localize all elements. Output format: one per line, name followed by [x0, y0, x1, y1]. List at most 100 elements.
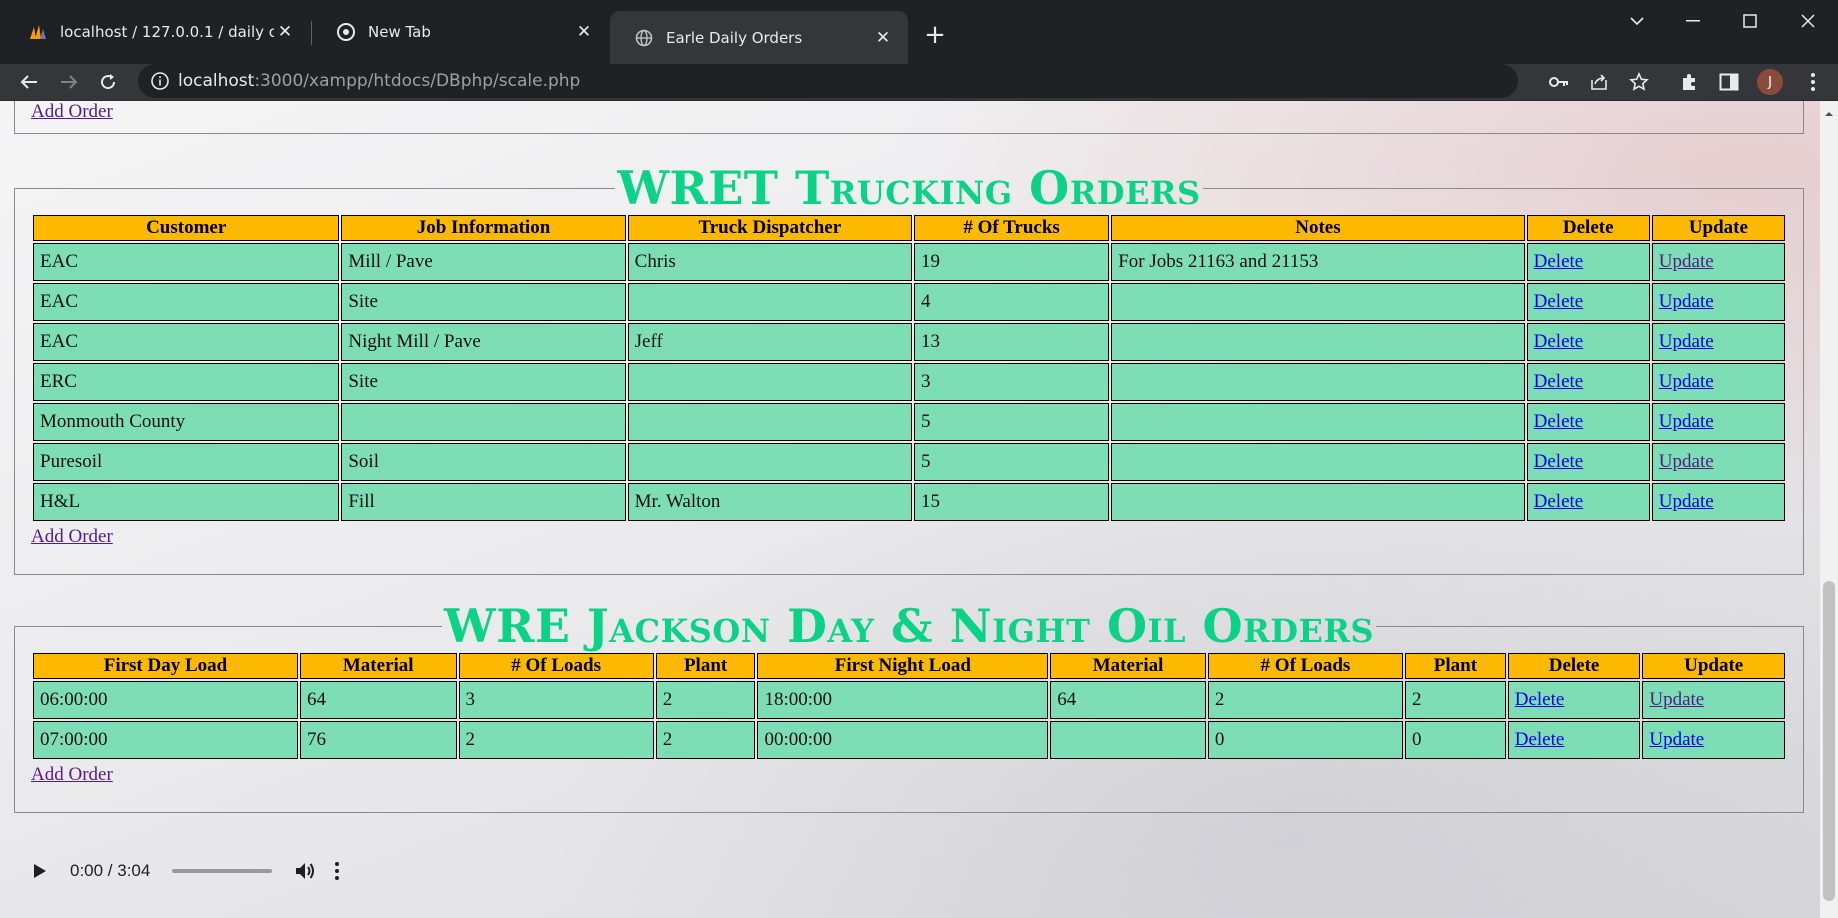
- job-cell: Night Mill / Pave: [341, 323, 626, 361]
- delete-cell: Delete: [1526, 483, 1650, 521]
- profile-avatar[interactable]: J: [1757, 69, 1783, 95]
- table-row: ERC Site 3 Delete Update: [33, 363, 1785, 401]
- volume-icon[interactable]: [292, 858, 318, 884]
- update-cell: Update: [1642, 681, 1785, 719]
- tab-title: Earle Daily Orders: [666, 28, 803, 47]
- day-load-cell: 06:00:00: [33, 681, 298, 719]
- tab-title: localhost / 127.0.0.1 / daily order: [60, 23, 274, 41]
- back-arrow-icon[interactable]: [14, 67, 44, 97]
- oil-orders-table: First Day Load Material # Of Loads Plant…: [31, 651, 1787, 761]
- update-cell: Update: [1651, 403, 1785, 441]
- scrollbar-thumb[interactable]: [1823, 581, 1835, 901]
- audio-time: 0:00 / 3:04: [70, 861, 151, 880]
- day-load-cell: 07:00:00: [33, 721, 298, 759]
- dispatcher-cell: [627, 443, 912, 481]
- maximize-icon[interactable]: [1735, 8, 1765, 34]
- play-icon[interactable]: [26, 857, 54, 885]
- job-cell: [341, 403, 626, 441]
- update-link[interactable]: Update: [1649, 729, 1704, 750]
- menu-kebab-icon[interactable]: [1800, 69, 1826, 95]
- notes-cell: For Jobs 21163 and 21153: [1111, 243, 1525, 281]
- table-row: 07:00:00 76 2 2 00:00:00 0 0 Delete Upda…: [33, 721, 1785, 759]
- chrome-icon: [336, 22, 356, 42]
- delete-link[interactable]: Delete: [1534, 291, 1584, 312]
- share-icon[interactable]: [1586, 69, 1612, 95]
- site-info-icon[interactable]: [150, 71, 170, 91]
- delete-link[interactable]: Delete: [1534, 331, 1584, 352]
- update-cell: Update: [1642, 721, 1785, 759]
- section-title: WRE Jackson Day & Night Oil Orders: [443, 599, 1375, 653]
- table-row: Monmouth County 5 Delete Update: [33, 403, 1785, 441]
- add-order-link[interactable]: Add Order: [31, 101, 113, 123]
- tab-phpmyadmin[interactable]: localhost / 127.0.0.1 / daily order ✕: [4, 11, 310, 53]
- update-link[interactable]: Update: [1659, 451, 1714, 472]
- delete-link[interactable]: Delete: [1534, 451, 1584, 472]
- update-cell: Update: [1651, 283, 1785, 321]
- column-header: Material: [299, 653, 457, 679]
- dispatcher-cell: Jeff: [627, 323, 912, 361]
- add-order-link[interactable]: Add Order: [31, 526, 113, 548]
- update-link[interactable]: Update: [1659, 411, 1714, 432]
- address-bar[interactable]: localhost:3000/xampp/htdocs/DBphp/scale.…: [138, 64, 1518, 98]
- delete-link[interactable]: Delete: [1534, 491, 1584, 512]
- more-options-icon[interactable]: [332, 858, 342, 884]
- forward-arrow-icon[interactable]: [54, 67, 84, 97]
- delete-link[interactable]: Delete: [1534, 371, 1584, 392]
- delete-link[interactable]: Delete: [1515, 689, 1565, 710]
- key-icon[interactable]: [1546, 69, 1572, 95]
- column-header: First Night Load: [757, 653, 1049, 679]
- night-material-cell: [1050, 721, 1206, 759]
- tab-title: New Tab: [368, 23, 431, 41]
- notes-cell: [1111, 283, 1525, 321]
- notes-cell: [1111, 363, 1525, 401]
- delete-link[interactable]: Delete: [1534, 251, 1584, 272]
- column-header: Truck Dispatcher: [627, 215, 912, 241]
- update-link[interactable]: Update: [1659, 371, 1714, 392]
- update-link[interactable]: Update: [1659, 491, 1714, 512]
- new-tab-button[interactable]: +: [920, 20, 950, 50]
- column-header: Delete: [1507, 653, 1641, 679]
- update-cell: Update: [1651, 363, 1785, 401]
- update-link[interactable]: Update: [1649, 689, 1704, 710]
- table-row: EAC Night Mill / Pave Jeff 13 Delete Upd…: [33, 323, 1785, 361]
- extensions-icon[interactable]: [1676, 69, 1702, 95]
- trucks-cell: 5: [913, 403, 1110, 441]
- customer-cell: ERC: [33, 363, 340, 401]
- window-close-icon[interactable]: [1793, 8, 1823, 34]
- night-plant-cell: 0: [1405, 721, 1506, 759]
- column-header: Customer: [33, 215, 340, 241]
- tab-new-tab[interactable]: New Tab ✕: [312, 11, 609, 53]
- bookmark-star-icon[interactable]: [1626, 69, 1652, 95]
- delete-cell: Delete: [1507, 721, 1641, 759]
- close-icon[interactable]: ✕: [274, 21, 296, 43]
- trucking-orders-section: WRET Trucking Orders Customer Job Inform…: [14, 163, 1804, 575]
- delete-link[interactable]: Delete: [1515, 729, 1565, 750]
- tab-strip: localhost / 127.0.0.1 / daily order ✕ Ne…: [0, 0, 1838, 64]
- page-scrollbar[interactable]: [1820, 101, 1838, 918]
- add-order-link[interactable]: Add Order: [31, 764, 113, 786]
- day-loads-cell: 3: [458, 681, 654, 719]
- tab-earle-daily-orders[interactable]: Earle Daily Orders ✕: [610, 11, 908, 64]
- update-link[interactable]: Update: [1659, 251, 1714, 272]
- day-loads-cell: 2: [458, 721, 654, 759]
- reload-icon[interactable]: [93, 67, 123, 97]
- column-header: Plant: [655, 653, 756, 679]
- column-header: # Of Trucks: [913, 215, 1110, 241]
- delete-cell: Delete: [1526, 323, 1650, 361]
- scroll-up-arrow-icon[interactable]: [1823, 105, 1835, 117]
- delete-cell: Delete: [1526, 443, 1650, 481]
- customer-cell: H&L: [33, 483, 340, 521]
- update-link[interactable]: Update: [1659, 331, 1714, 352]
- minimize-icon[interactable]: [1678, 8, 1708, 34]
- update-link[interactable]: Update: [1659, 291, 1714, 312]
- close-icon[interactable]: ✕: [573, 21, 595, 43]
- notes-cell: [1111, 403, 1525, 441]
- close-icon[interactable]: ✕: [872, 27, 894, 49]
- job-cell: Fill: [341, 483, 626, 521]
- tab-search-icon[interactable]: [1622, 8, 1652, 34]
- audio-progress-slider[interactable]: [172, 869, 273, 873]
- delete-link[interactable]: Delete: [1534, 411, 1584, 432]
- oil-orders-section: WRE Jackson Day & Night Oil Orders First…: [14, 601, 1804, 813]
- side-panel-icon[interactable]: [1716, 69, 1742, 95]
- job-cell: Site: [341, 363, 626, 401]
